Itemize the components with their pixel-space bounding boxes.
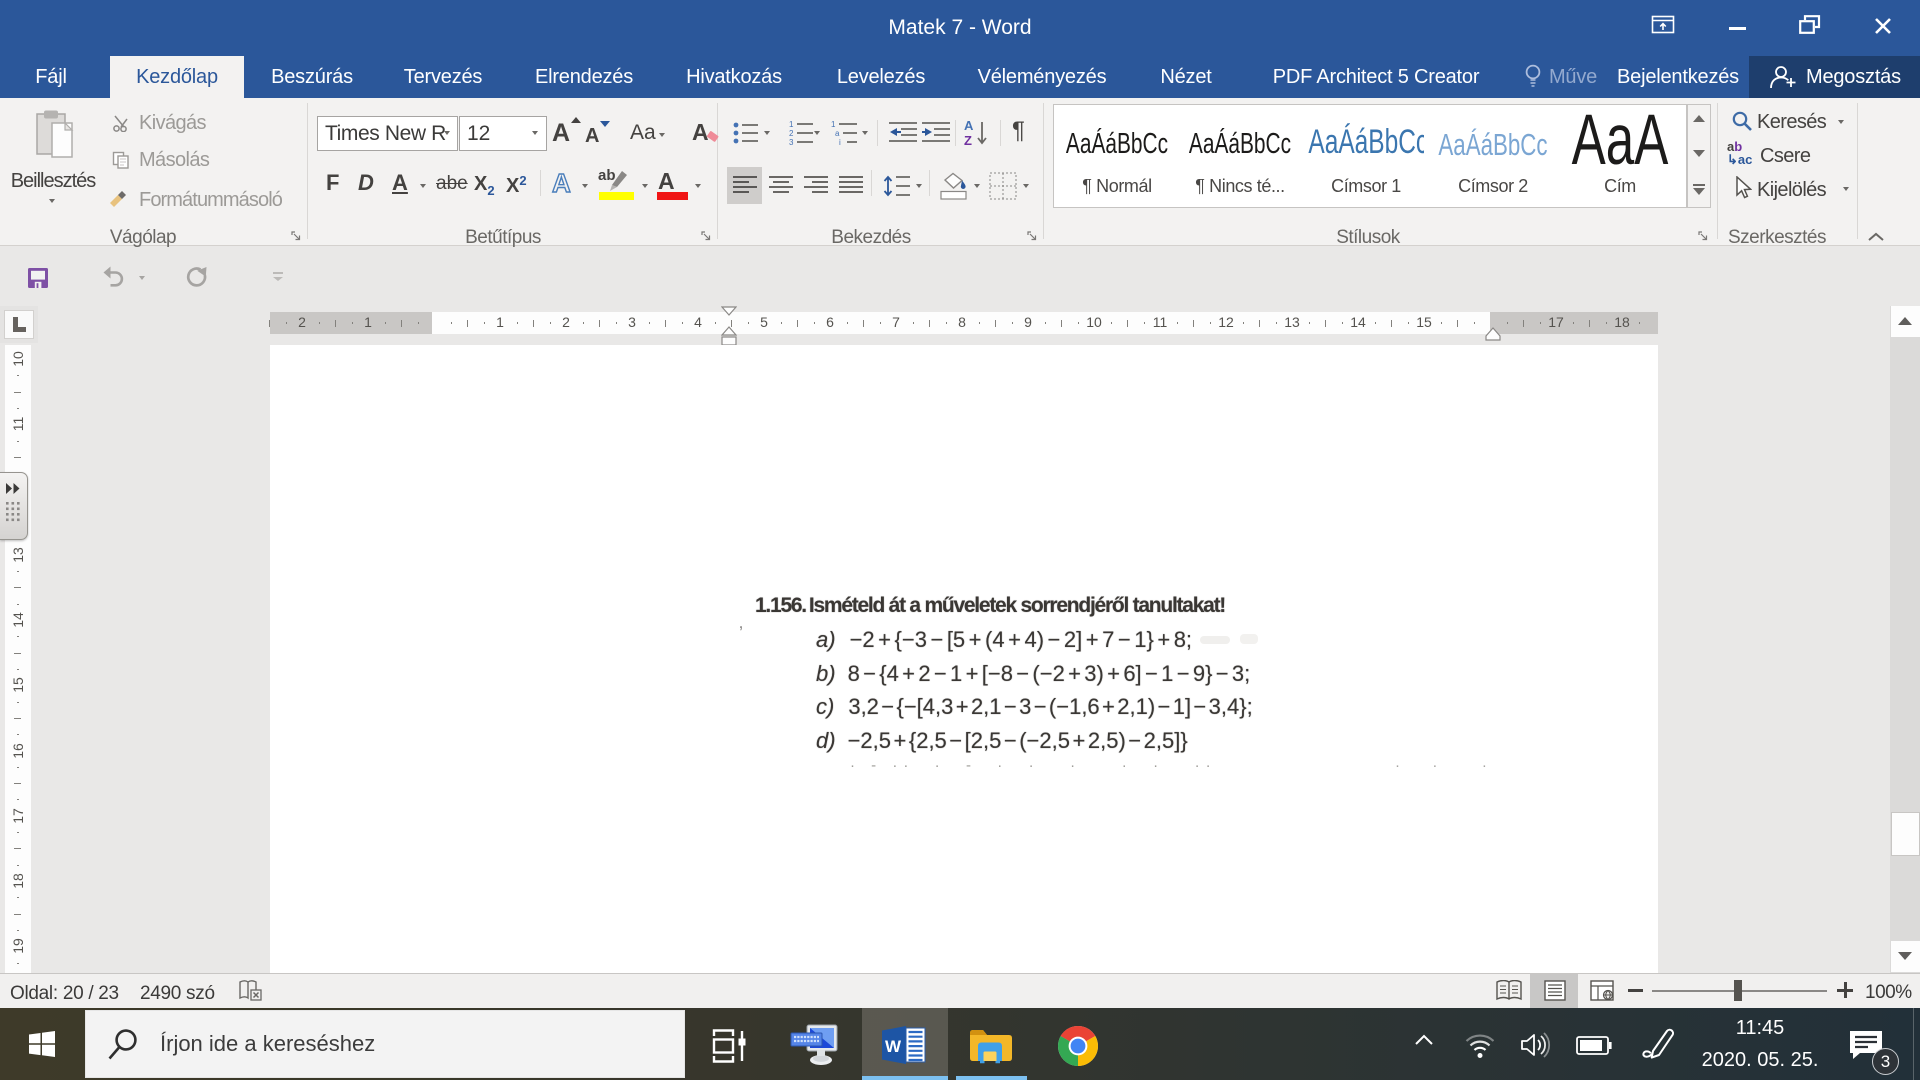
svg-text:2: 2 [789,129,794,138]
svg-text:W: W [885,1037,902,1056]
svg-text:A: A [964,118,974,133]
svg-text:3: 3 [789,138,794,147]
svg-text:1: 1 [789,120,794,129]
svg-text:Z: Z [964,133,972,148]
svg-text:a: a [835,129,840,138]
svg-text:i: i [839,138,841,147]
svg-text:1: 1 [831,120,836,129]
